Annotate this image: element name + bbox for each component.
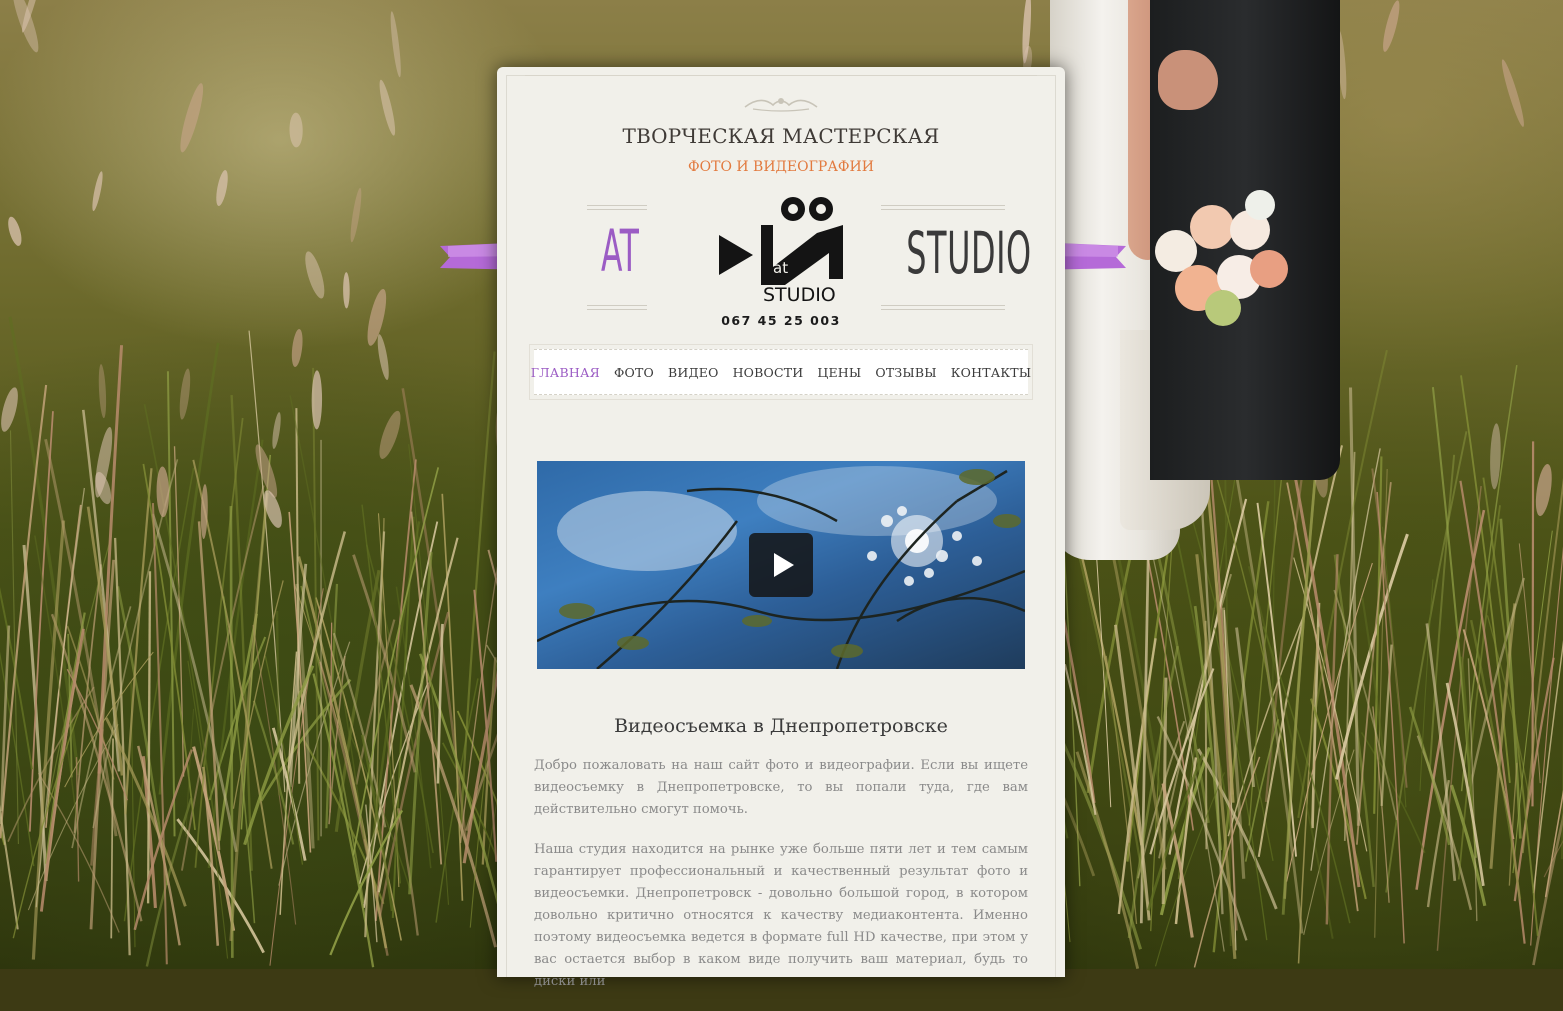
divider xyxy=(587,309,647,310)
nav-item-photo[interactable]: ФОТО xyxy=(607,365,661,380)
nav-item-video[interactable]: ВИДЕО xyxy=(661,365,726,380)
grass-seedhead xyxy=(348,187,363,242)
grass-seedhead xyxy=(156,466,169,517)
content-paragraph: Наша студия находится на рынке уже больш… xyxy=(534,839,1028,993)
grass-seedhead xyxy=(375,334,391,381)
content-panel: ТВОРЧЕСКАЯ МАСТЕРСКАЯ ФОТО И ВИДЕОГРАФИИ… xyxy=(497,67,1065,977)
main-nav: ГЛАВНАЯ ФОТО ВИДЕО НОВОСТИ ЦЕНЫ ОТЗЫВЫ К… xyxy=(534,349,1028,395)
flourish-ornament-icon xyxy=(743,93,819,113)
grass-seedhead xyxy=(290,328,304,367)
grass-seedhead xyxy=(289,113,303,148)
grass-blade xyxy=(1283,457,1317,915)
grass-seedhead xyxy=(0,386,21,433)
badge-at: AT xyxy=(601,217,637,285)
grass-blade xyxy=(1362,732,1425,852)
grass-seedhead xyxy=(5,215,24,247)
grass-seedhead xyxy=(98,364,108,418)
grass-seedhead xyxy=(301,250,328,301)
divider xyxy=(881,205,1005,206)
grass-seedhead xyxy=(271,412,283,450)
grass-blade xyxy=(1515,658,1554,901)
grass-seedhead xyxy=(389,11,403,78)
divider xyxy=(881,305,1005,306)
studio-logo-icon[interactable]: at STUDIO xyxy=(717,195,845,313)
grass-seedhead xyxy=(1380,0,1403,53)
grass-blade xyxy=(277,611,279,795)
nav-item-news[interactable]: НОВОСТИ xyxy=(726,365,811,380)
logo-studio-text: STUDIO xyxy=(763,284,836,306)
nav-item-prices[interactable]: ЦЕНЫ xyxy=(810,365,868,380)
divider xyxy=(881,309,1005,310)
grass-blade xyxy=(1410,707,1449,845)
grass-seedhead xyxy=(377,79,398,137)
grass-blade xyxy=(186,709,194,836)
divider xyxy=(881,209,1005,210)
phone-number[interactable]: 067 45 25 003 xyxy=(717,313,845,328)
divider xyxy=(587,209,647,210)
nav-item-reviews[interactable]: ОТЗЫВЫ xyxy=(868,365,943,380)
content-body: Добро пожаловать на наш сайт фото и виде… xyxy=(534,755,1028,1011)
grass-seedhead xyxy=(1499,58,1527,128)
content-paragraph: Добро пожаловать на наш сайт фото и виде… xyxy=(534,755,1028,821)
panel-top-line xyxy=(525,75,1037,76)
grass-seedhead xyxy=(178,368,193,420)
grass-seedhead xyxy=(1533,463,1555,517)
grass-seedhead xyxy=(90,171,104,212)
site-title: ТВОРЧЕСКАЯ МАСТЕРСКАЯ xyxy=(497,124,1065,148)
divider xyxy=(587,205,647,206)
grass-seedhead xyxy=(8,0,43,54)
logo-at-text: at xyxy=(773,259,788,277)
grass-blade xyxy=(1065,664,1096,815)
grass-blade xyxy=(0,401,34,866)
nav-item-contacts[interactable]: КОНТАКТЫ xyxy=(944,365,1039,380)
video-player[interactable] xyxy=(537,461,1025,669)
bouquet xyxy=(1145,190,1290,330)
divider xyxy=(587,305,647,306)
nav-item-home[interactable]: ГЛАВНАЯ xyxy=(524,365,607,380)
grass-blade xyxy=(148,571,150,903)
grass-blade xyxy=(168,371,175,836)
grass-seedhead xyxy=(364,287,390,347)
play-icon[interactable] xyxy=(749,533,813,597)
site-subtitle: ФОТО И ВИДЕОГРАФИИ xyxy=(497,159,1065,175)
grass-blade xyxy=(10,430,18,844)
grass-blade xyxy=(231,506,232,958)
grass-blade xyxy=(398,808,417,935)
grass-seedhead xyxy=(375,409,405,461)
grass-blade xyxy=(330,623,332,813)
groom-hand xyxy=(1158,50,1218,110)
grass-seedhead xyxy=(343,272,350,308)
badge-studio: STUDIO xyxy=(906,219,978,287)
grass-blade xyxy=(1451,785,1484,906)
grass-seedhead xyxy=(214,169,230,207)
grass-blade xyxy=(253,625,296,925)
content-heading: Видеосъемка в Днепропетровске xyxy=(497,715,1065,737)
grass-seedhead xyxy=(176,82,207,154)
grass-blade xyxy=(1237,628,1254,787)
